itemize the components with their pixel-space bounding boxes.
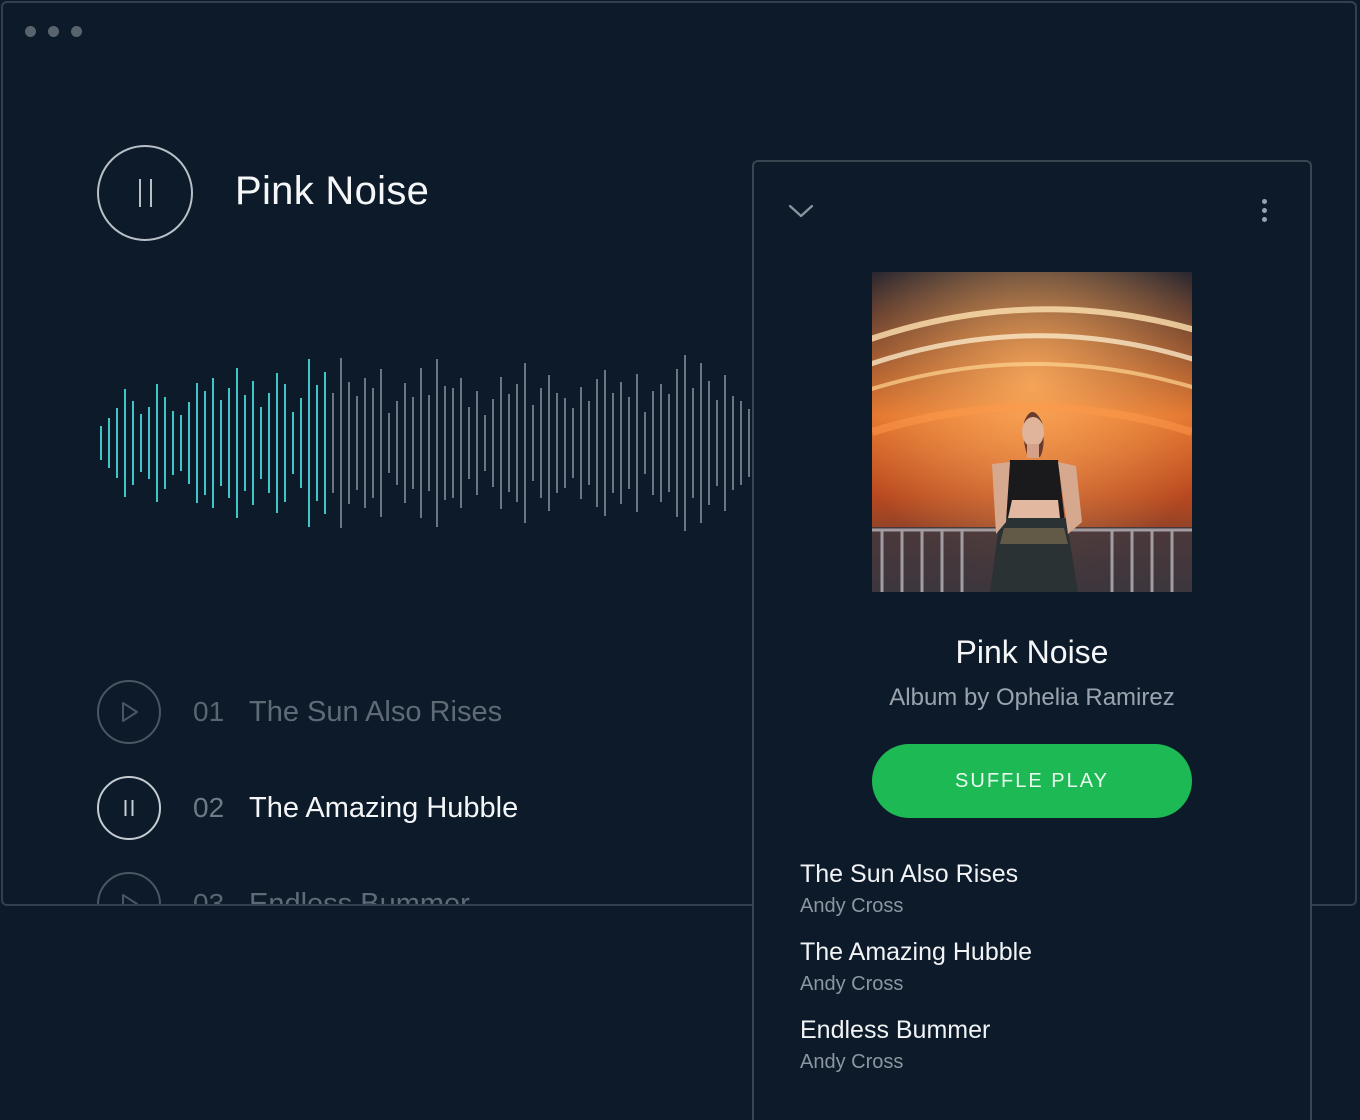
album-title: Pink Noise (955, 634, 1109, 670)
play-icon (122, 702, 138, 722)
chevron-down-icon[interactable] (786, 196, 816, 226)
panel-track-title: The Sun Also Rises (800, 860, 1019, 888)
album-cover-image (872, 272, 1192, 592)
track-number: 01 (193, 696, 225, 727)
panel-track-artist: Andy Cross (800, 973, 904, 995)
track-number: 02 (193, 792, 225, 823)
panel-track-item[interactable]: The Amazing Hubble Andy Cross (800, 936, 1260, 1010)
pause-icon (138, 179, 141, 207)
play-icon (122, 894, 138, 904)
app-stage: Pink Noise 01 The Sun Also Rises 02 The … (0, 0, 1360, 1120)
window-dot[interactable] (48, 26, 59, 37)
track-1-play-button[interactable] (97, 680, 161, 744)
track-row-1[interactable]: 01 The Sun Also Rises (97, 679, 657, 745)
panel-track-item[interactable]: Endless Bummer Andy Cross (800, 1014, 1260, 1088)
pause-icon (124, 800, 134, 816)
window-dot[interactable] (25, 26, 36, 37)
track-title: Endless Bummer (249, 887, 470, 906)
now-playing-title: Pink Noise (235, 169, 430, 213)
waveform-seekbar[interactable] (3, 323, 763, 563)
panel-track-title: Endless Bummer (800, 1016, 991, 1044)
shuffle-play-button[interactable]: SUFFLE PLAY (872, 744, 1192, 818)
window-dot[interactable] (71, 26, 82, 37)
kebab-menu-icon[interactable] (1252, 194, 1276, 226)
album-subtitle: Album by Ophelia Ramirez (889, 684, 1175, 711)
track-row-3[interactable]: 03 Endless Bummer (97, 871, 657, 906)
panel-track-artist: Andy Cross (800, 895, 904, 917)
main-pause-button[interactable] (97, 145, 193, 241)
panel-track-item[interactable]: The Sun Also Rises Andy Cross (800, 858, 1260, 932)
panel-track-title: The Amazing Hubble (800, 938, 1033, 966)
window-controls-icon[interactable] (25, 26, 82, 37)
track-3-play-button[interactable] (97, 872, 161, 904)
track-title: The Amazing Hubble (249, 791, 519, 824)
track-row-2[interactable]: 02 The Amazing Hubble (97, 775, 657, 841)
panel-track-artist: Andy Cross (800, 1051, 904, 1073)
track-2-pause-button[interactable] (97, 776, 161, 840)
album-panel: Pink Noise Album by Ophelia Ramirez SUFF… (752, 160, 1312, 1120)
track-number: 03 (193, 888, 225, 906)
track-title: The Sun Also Rises (249, 695, 503, 728)
